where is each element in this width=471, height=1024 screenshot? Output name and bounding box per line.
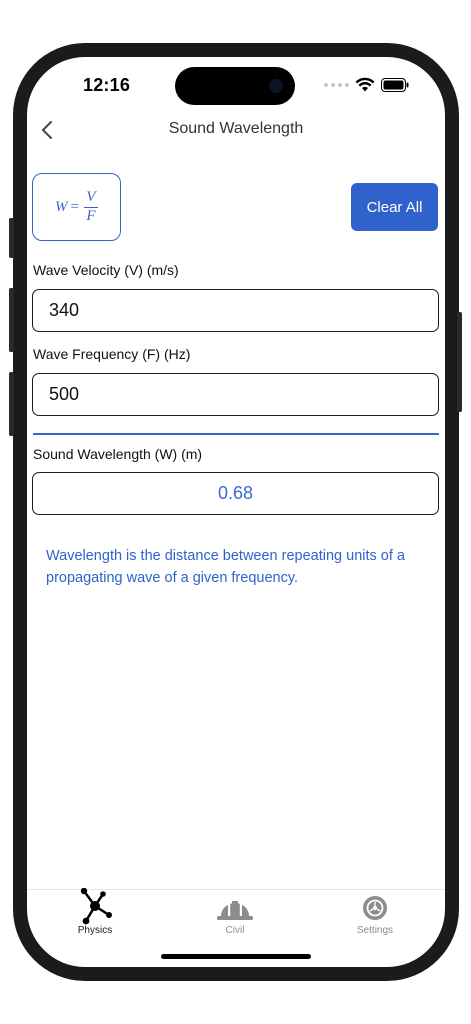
formula-denominator: F <box>86 207 96 224</box>
app-screen: 12:16 Sound Wavelength W = V F Clear All <box>27 57 445 967</box>
page-title: Sound Wavelength <box>168 120 304 137</box>
volume-down-button <box>9 372 14 436</box>
power-button <box>457 312 462 412</box>
status-time: 12:16 <box>83 75 131 95</box>
dynamic-island <box>175 67 295 105</box>
section-divider <box>33 433 439 435</box>
velocity-label: Wave Velocity (V) (m/s) <box>33 262 179 278</box>
volume-up-button <box>9 288 14 352</box>
wavelength-result-field: 0.68 <box>32 472 439 515</box>
status-icons <box>324 77 409 92</box>
frequency-label: Wave Frequency (F) (Hz) <box>33 346 191 362</box>
formula-fraction: V F <box>83 188 98 225</box>
signal-dots-icon <box>324 82 349 87</box>
tab-settings-label: Settings <box>356 925 394 936</box>
clear-all-button[interactable]: Clear All <box>351 183 438 231</box>
velocity-input[interactable]: 340 <box>32 289 439 332</box>
hard-hat-icon <box>217 901 253 920</box>
description-text: Wavelength is the distance between repea… <box>46 548 405 586</box>
battery-icon <box>381 77 409 92</box>
tab-physics-label: Physics <box>77 925 113 936</box>
molecule-icon <box>80 888 112 925</box>
action-button <box>9 218 14 258</box>
tab-civil-label: Civil <box>225 925 245 936</box>
formula-lhs: W <box>55 198 68 215</box>
home-indicator[interactable] <box>161 954 311 959</box>
camera-icon <box>269 79 283 93</box>
wavelength-label: Sound Wavelength (W) (m) <box>33 446 203 462</box>
wifi-icon <box>355 77 375 92</box>
formula-numerator: V <box>86 188 96 205</box>
frequency-input[interactable]: 500 <box>32 373 439 416</box>
formula-card: W = V F <box>32 173 121 241</box>
tab-settings[interactable]: Settings <box>330 890 420 936</box>
formula-equals: = <box>70 198 79 215</box>
gear-icon <box>363 896 387 920</box>
tab-physics[interactable]: Physics <box>50 888 140 936</box>
tab-civil[interactable]: Civil <box>190 890 280 936</box>
